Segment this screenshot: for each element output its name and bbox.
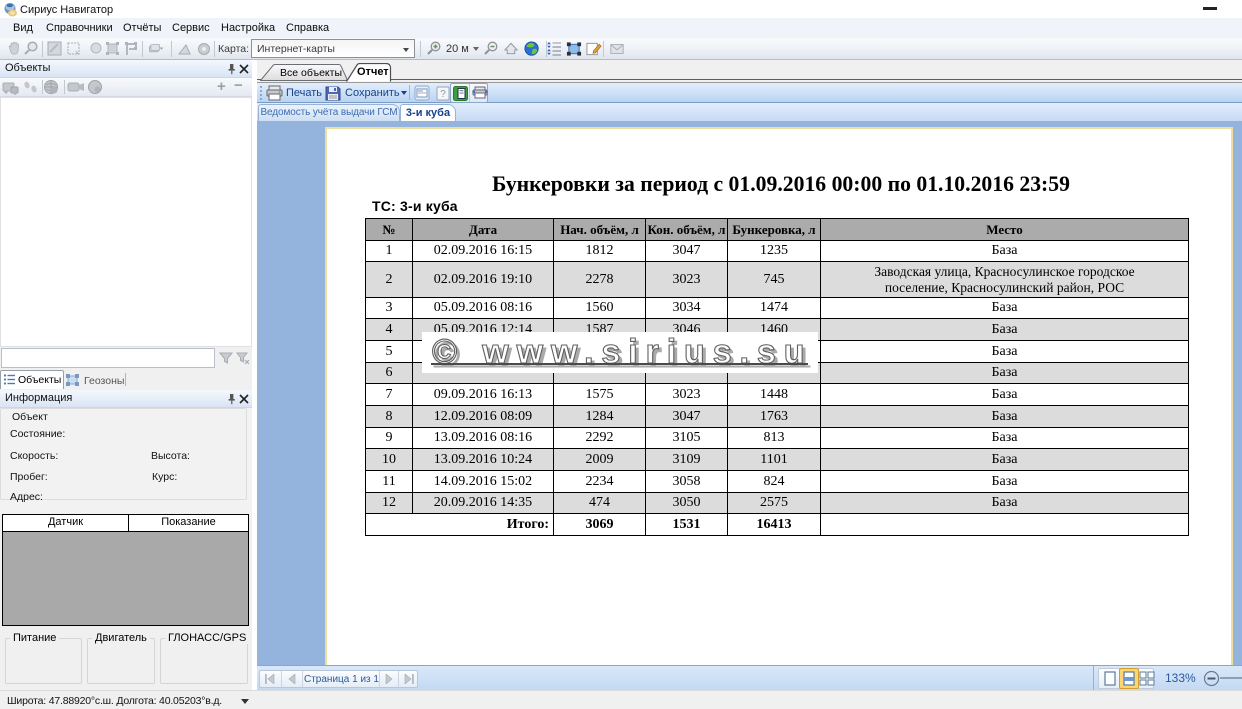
svg-text:?: ? xyxy=(440,89,446,100)
